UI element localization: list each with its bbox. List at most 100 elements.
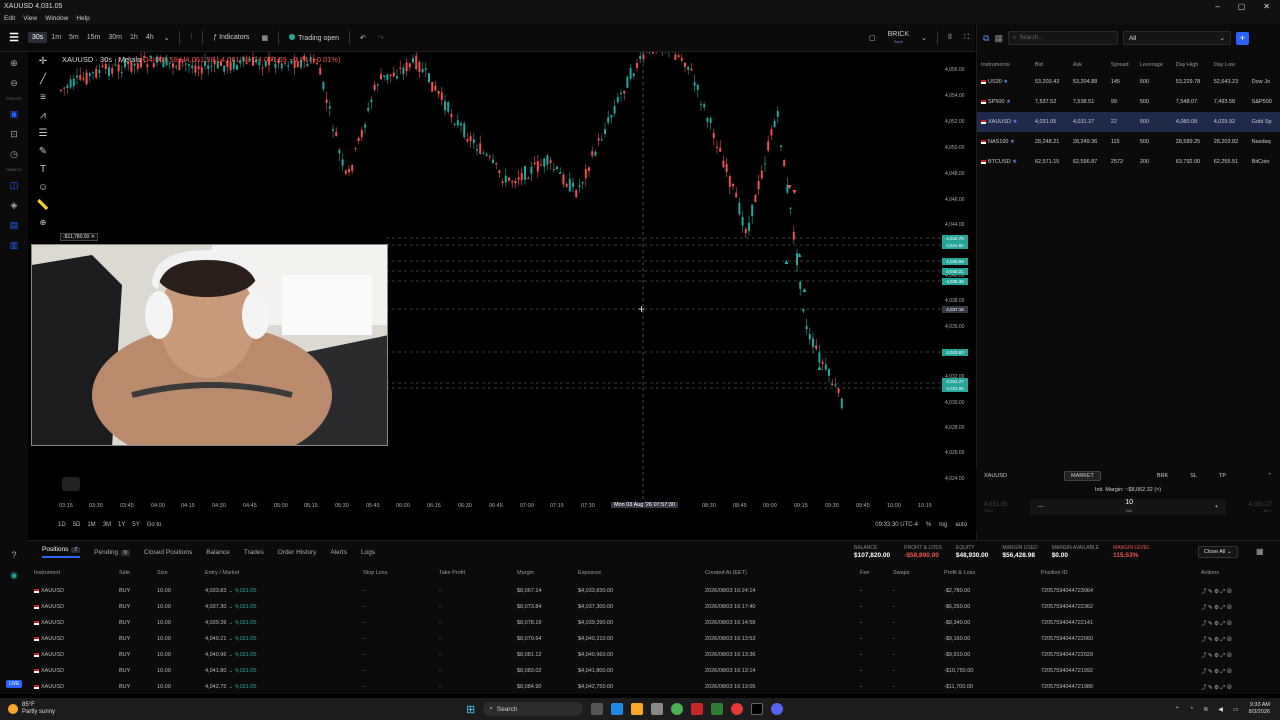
menu-icon[interactable]: ☰ — [0, 24, 28, 52]
panel-chart-icon[interactable]: ◫ — [6, 178, 22, 192]
buy-marker-icon[interactable]: ▲ — [796, 252, 803, 259]
taskbar-search[interactable]: ⌕ Search — [483, 702, 584, 716]
share-icon[interactable]: ⤴ — [1201, 669, 1208, 675]
close-icon[interactable]: ⊗ — [1227, 685, 1233, 691]
square-icon[interactable]: ▢ — [863, 32, 882, 44]
star-icon[interactable]: ★ — [1011, 119, 1017, 125]
col-instruments[interactable]: Instruments — [977, 58, 1031, 72]
volume-icon[interactable]: ◀ — [1218, 706, 1223, 713]
positions-column-header[interactable]: Size — [151, 563, 199, 583]
col-day-low[interactable]: Day Low — [1210, 58, 1248, 72]
tab-positions[interactable]: Positions 7 — [42, 546, 81, 558]
close-icon[interactable]: ✕ — [91, 234, 95, 240]
quantity-value[interactable]: 10 — [1125, 499, 1133, 507]
close-icon[interactable]: ⊗ — [1227, 621, 1233, 627]
fib-icon[interactable]: ☰ — [39, 128, 48, 139]
app-icon[interactable] — [711, 703, 724, 715]
position-stop-loss[interactable]: - — [357, 615, 433, 631]
zoom-in-icon[interactable]: ⊕ — [6, 56, 22, 70]
indicators-button[interactable]: ƒ Indicators — [207, 32, 255, 43]
close-icon[interactable]: ⊗ — [1227, 669, 1233, 675]
chevron-down-icon[interactable]: ⌄ — [915, 32, 933, 44]
quantity-stepper[interactable]: — 10 lots + — [1030, 499, 1226, 515]
menu-window[interactable]: Window — [45, 15, 68, 22]
close-icon[interactable]: ⊗ — [1227, 589, 1233, 595]
add-instrument-button[interactable]: + — [1235, 31, 1249, 45]
brush-icon[interactable]: ✎ — [39, 146, 47, 157]
position-take-profit[interactable]: - — [433, 679, 511, 695]
range-1y[interactable]: 1Y — [118, 522, 125, 528]
crosshair-icon[interactable]: ✛ — [39, 56, 47, 67]
share-icon[interactable]: ⤴ — [1201, 637, 1208, 643]
positions-column-header[interactable]: Exposure — [572, 563, 699, 583]
layout-grid-icon[interactable]: ▦ — [255, 32, 274, 44]
share-icon[interactable]: ⤴ — [1201, 605, 1208, 611]
sell-button[interactable]: 4,031.05 SELL — [984, 502, 1024, 513]
calendar-icon[interactable]: ▦ — [994, 33, 1003, 44]
range-1d[interactable]: 1D — [58, 522, 66, 528]
positions-column-header[interactable]: Actions — [1195, 563, 1280, 583]
positions-column-header[interactable]: Created At (EET) — [699, 563, 854, 583]
instrument-row[interactable]: US30 ★ 53,203.43 53,204.88 145 500 53,229.78 5… — [977, 72, 1280, 92]
chart-space-icon[interactable]: ▣ — [6, 107, 22, 121]
position-row[interactable]: XAUUSD BUY 10.00 4,033.83 → 4,031.05- - $8,06… — [28, 583, 1280, 599]
trading-app-icon[interactable] — [751, 703, 764, 715]
positions-column-header[interactable]: Take Profit — [433, 563, 511, 583]
start-icon[interactable]: ⊞ — [466, 703, 475, 716]
tab-pending[interactable]: Pending 0 — [94, 549, 130, 556]
zoom-out-icon[interactable]: ⊖ — [6, 76, 22, 90]
position-stop-loss[interactable]: - — [357, 647, 433, 663]
star-icon[interactable]: ★ — [1005, 99, 1011, 105]
panel-orders-icon[interactable]: ▥ — [6, 238, 22, 252]
instrument-row[interactable]: NAS100 ★ 28,248.21 28,249.36 115 500 28,589.2… — [977, 132, 1280, 152]
position-stop-loss[interactable]: - — [357, 663, 433, 679]
positions-column-header[interactable]: Side — [113, 563, 151, 583]
task-view-icon[interactable] — [591, 703, 604, 715]
instrument-filter-select[interactable]: All ⌄ — [1122, 31, 1231, 45]
instrument-row[interactable]: SP500 ★ 7,537.52 7,538.51 99 500 7,548.07 7,49… — [977, 92, 1280, 112]
position-stop-loss[interactable]: - — [357, 583, 433, 599]
menu-view[interactable]: View — [23, 15, 37, 22]
panel-trade-icon[interactable]: ▤ — [6, 218, 22, 232]
auto-scale-toggle[interactable]: auto — [955, 522, 967, 528]
wifi-icon[interactable]: ≋ — [1203, 706, 1208, 713]
positions-column-header[interactable]: Stop Loss — [357, 563, 433, 583]
chevron-down-icon[interactable]: ⌄ — [158, 32, 176, 44]
history-icon[interactable]: ◷ — [6, 147, 22, 161]
position-row[interactable]: XAUUSD BUY 10.00 4,039.39 → 4,031.05- - $8,07… — [28, 615, 1280, 631]
chart-type-icon[interactable]: ⫶ — [184, 32, 198, 44]
star-icon[interactable]: ★ — [1011, 159, 1017, 165]
network-icon[interactable]: ◔ — [1190, 706, 1194, 712]
weather-widget[interactable]: 85°F Partly sunny — [0, 702, 55, 716]
timeframe-1h[interactable]: 1h — [126, 32, 142, 43]
timeframe-30s[interactable]: 30s — [28, 32, 48, 43]
close-button[interactable]: ✕ — [1263, 2, 1270, 11]
position-row[interactable]: XAUUSD BUY 10.00 4,041.80 → 4,031.05- - $8,08… — [28, 663, 1280, 679]
positions-column-header[interactable]: Swaps — [887, 563, 938, 583]
chevron-up-icon[interactable]: ⌃ — [1175, 706, 1180, 713]
col-spread[interactable]: Spread — [1107, 58, 1136, 72]
chevron-up-icon[interactable]: ⌃ — [1267, 473, 1272, 479]
price-axis[interactable]: 4,056.00 4,054.00 4,052.00 4,050.00 4,048.00… — [940, 52, 976, 500]
ruler-icon[interactable]: 📏 — [37, 200, 49, 211]
buy-marker-icon[interactable]: ▲ — [783, 259, 790, 266]
emoji-icon[interactable]: ☺ — [38, 182, 48, 193]
instrument-row[interactable]: XAUUSD ★ 4,031.05 4,031.27 22 500 4,080.08 4,0… — [977, 112, 1280, 132]
position-take-profit[interactable]: - — [433, 663, 511, 679]
share-icon[interactable]: ⤴ — [1201, 621, 1208, 627]
star-icon[interactable]: ★ — [1002, 79, 1008, 85]
notification-icon[interactable]: ◉ — [6, 568, 22, 582]
timeframe-30m[interactable]: 30m — [104, 32, 126, 43]
fullscreen-icon[interactable]: ⛶ — [958, 32, 975, 44]
close-icon[interactable]: ⊗ — [1227, 605, 1233, 611]
positions-column-header[interactable]: Entry / Market — [199, 563, 357, 583]
sell-marker-icon[interactable]: ▼ — [791, 189, 798, 196]
position-take-profit[interactable]: - — [433, 615, 511, 631]
time-axis[interactable]: Mon 03 Aug '26 07:57:30 03:15 03:30 03:45 0… — [56, 500, 971, 514]
col-day-high[interactable]: Day High — [1172, 58, 1210, 72]
goto-button[interactable]: Go to — [147, 522, 162, 528]
horizontal-lines-icon[interactable]: ≡ — [40, 92, 46, 103]
position-row[interactable]: XAUUSD BUY 10.00 4,037.30 → 4,031.05- - $8,07… — [28, 599, 1280, 615]
order-tab-sl[interactable]: SL — [1184, 472, 1203, 480]
col-ask[interactable]: Ask — [1069, 58, 1107, 72]
